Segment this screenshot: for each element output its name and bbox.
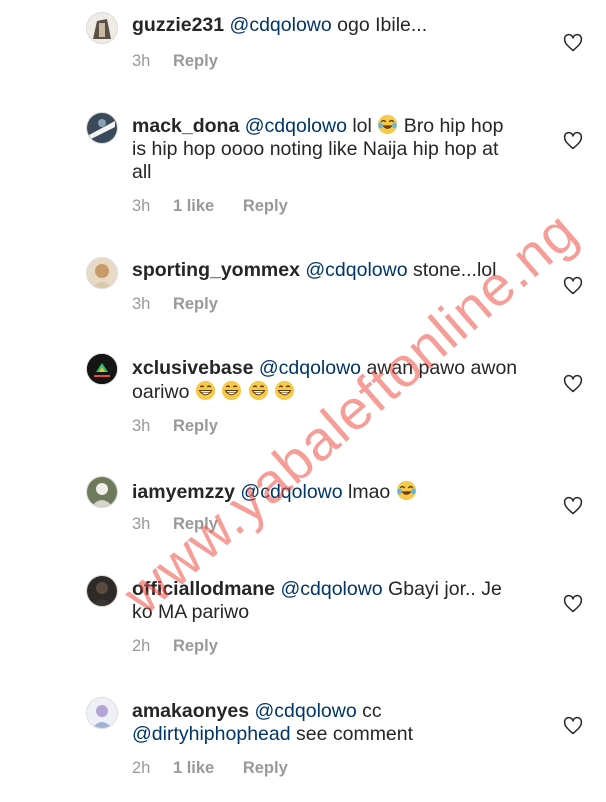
comment-meta: 3h Reply: [132, 416, 218, 436]
comment-text: amakaonyes @cdqolowo cc @dirtyhiphophead…: [132, 700, 522, 746]
tears-of-joy-emoji-icon: [378, 114, 398, 135]
comment-body-cont: see comment: [290, 723, 414, 745]
heart-outline-icon[interactable]: [563, 594, 583, 614]
mention-link[interactable]: @cdqolowo: [255, 700, 357, 722]
mention-link[interactable]: @cdqolowo: [305, 259, 407, 281]
comment-text: officiallodmane @cdqolowo Gbayi jor.. Je…: [132, 578, 522, 624]
comment-meta: 2h Reply: [132, 636, 218, 656]
heart-outline-icon[interactable]: [563, 374, 583, 394]
avatar[interactable]: [86, 697, 118, 729]
avatar[interactable]: [86, 575, 118, 607]
comment-text: xclusivebase @cdqolowo awan pawo awon oa…: [132, 357, 522, 404]
reply-button[interactable]: Reply: [243, 197, 288, 215]
avatar[interactable]: [86, 257, 118, 289]
timestamp: 3h: [132, 417, 151, 435]
likes-count[interactable]: 1 like: [173, 759, 214, 777]
mention-link[interactable]: @cdqolowo: [230, 14, 332, 36]
username-link[interactable]: guzzie231: [132, 14, 224, 36]
mention-link[interactable]: @cdqolowo: [280, 578, 382, 600]
comment-meta: 3h Reply: [132, 51, 218, 71]
comment-body: stone...lol: [407, 259, 497, 281]
timestamp: 2h: [132, 637, 151, 655]
comment-body: lmao: [342, 481, 396, 503]
timestamp: 3h: [132, 295, 151, 313]
grin-emoji-icon: [248, 380, 268, 401]
reply-button[interactable]: Reply: [173, 637, 218, 655]
likes-count[interactable]: 1 like: [173, 197, 214, 215]
comment-body: lol: [346, 115, 378, 137]
grin-emoji-icon: [222, 380, 242, 401]
heart-outline-icon[interactable]: [563, 496, 583, 516]
comment-meta: 3h Reply: [132, 514, 218, 534]
avatar[interactable]: [86, 353, 118, 385]
username-link[interactable]: xclusivebase: [132, 357, 253, 379]
comment-text: mack_dona @cdqolowo lol Bro hip hop is h…: [132, 114, 522, 184]
comment-text: iamyemzzy @cdqolowo lmao: [132, 480, 522, 504]
reply-button[interactable]: Reply: [173, 417, 218, 435]
mention-link[interactable]: @cdqolowo: [259, 357, 361, 379]
avatar[interactable]: [86, 12, 118, 44]
username-link[interactable]: sporting_yommex: [132, 259, 300, 281]
mention-link[interactable]: @cdqolowo: [245, 115, 347, 137]
timestamp: 3h: [132, 515, 151, 533]
mention-link[interactable]: @cdqolowo: [240, 481, 342, 503]
reply-button[interactable]: Reply: [173, 515, 218, 533]
heart-outline-icon[interactable]: [563, 33, 583, 53]
grin-emoji-icon: [195, 380, 215, 401]
mention-link[interactable]: @dirtyhiphophead: [132, 723, 291, 745]
comment-meta: 3h 1 like Reply: [132, 196, 288, 216]
username-link[interactable]: mack_dona: [132, 115, 239, 137]
comment-body: ogo Ibile...: [331, 14, 428, 36]
avatar[interactable]: [86, 112, 118, 144]
reply-button[interactable]: Reply: [173, 52, 218, 70]
comment-meta: 2h 1 like Reply: [132, 758, 288, 778]
timestamp: 2h: [132, 759, 151, 777]
watermark: www.yabaleftonline.ng: [111, 199, 589, 626]
grin-emoji-icon: [275, 380, 295, 401]
timestamp: 3h: [132, 52, 151, 70]
username-link[interactable]: amakaonyes: [132, 700, 249, 722]
tears-of-joy-emoji-icon: [396, 480, 416, 501]
reply-button[interactable]: Reply: [173, 295, 218, 313]
timestamp: 3h: [132, 197, 151, 215]
heart-outline-icon[interactable]: [563, 131, 583, 151]
comment-meta: 3h Reply: [132, 294, 218, 314]
comment-text: guzzie231 @cdqolowo ogo Ibile...: [132, 14, 522, 37]
heart-outline-icon[interactable]: [563, 276, 583, 296]
avatar[interactable]: [86, 476, 118, 508]
heart-outline-icon[interactable]: [563, 716, 583, 736]
comment-text: sporting_yommex @cdqolowo stone...lol: [132, 259, 522, 282]
username-link[interactable]: iamyemzzy: [132, 481, 235, 503]
username-link[interactable]: officiallodmane: [132, 578, 275, 600]
reply-button[interactable]: Reply: [243, 759, 288, 777]
comment-body: cc: [356, 700, 382, 722]
